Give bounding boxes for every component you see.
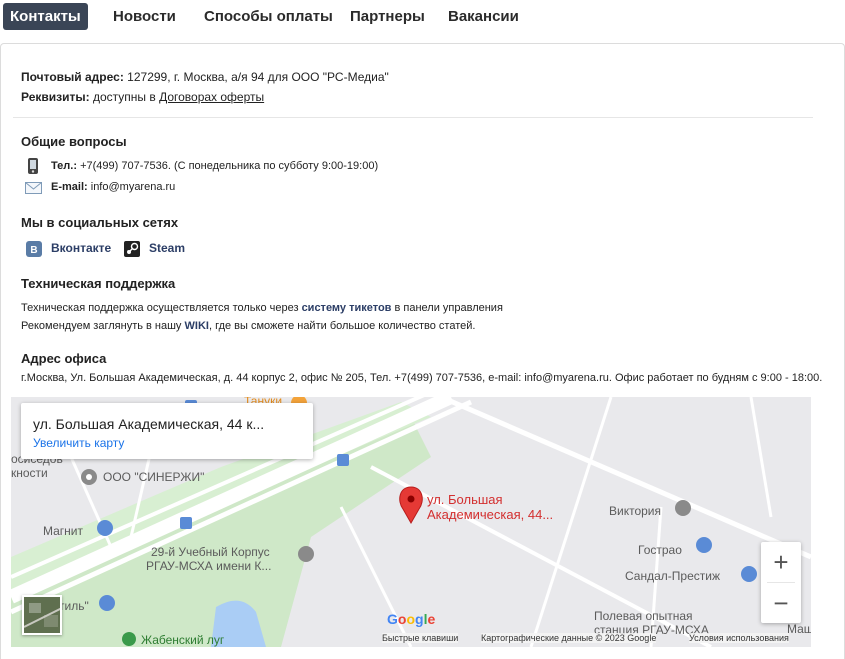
place-mash: Маши	[787, 622, 811, 636]
steam-link[interactable]: Steam	[149, 241, 185, 255]
place-polevaya-1: Полевая опытная	[594, 609, 693, 623]
requisites-value: доступны в	[92, 90, 160, 104]
tab-partners[interactable]: Партнеры	[350, 3, 425, 30]
satellite-thumbnail-icon	[24, 597, 60, 633]
place-sinergy: ООО "СИНЕРЖИ"	[103, 470, 205, 484]
ticket-system-link[interactable]: систему тикетов	[302, 302, 392, 314]
postal-label: Почтовый адрес:	[21, 70, 124, 84]
vk-icon[interactable]: B	[26, 241, 42, 262]
place-left-3: тиль"	[59, 599, 89, 613]
place-zhab: Жабенский луг	[141, 633, 225, 647]
email-label: E-mail:	[51, 181, 88, 193]
support-line-2-pre: Рекомендуем заглянуть в нашу	[21, 320, 185, 332]
google-map[interactable]: Тануки осиседов кности ООО "СИНЕРЖИ" Маг…	[11, 397, 811, 647]
support-heading: Техническая поддержка	[21, 276, 176, 291]
terms-link[interactable]: Условия использования	[689, 633, 789, 643]
place-sandal: Сандал-Престиж	[625, 569, 720, 583]
postal-address: Почтовый адрес: 127299, г. Москва, а/я 9…	[21, 70, 389, 84]
requisites-label: Реквизиты:	[21, 90, 90, 104]
satellite-toggle[interactable]	[22, 595, 62, 635]
place-left-2: кности	[11, 466, 48, 480]
place-magnit: Магнит	[43, 524, 84, 538]
place-korpus-2: РГАУ-МСХА имени К...	[146, 559, 272, 573]
zoom-out-button[interactable]: −	[761, 583, 801, 623]
social-heading: Мы в социальных сетях	[21, 215, 179, 230]
marker-label-2: Академическая, 44...	[427, 507, 554, 522]
phone-icon	[27, 158, 39, 179]
place-korpus-1: 29-й Учебный Корпус	[151, 545, 270, 559]
email-value[interactable]: info@myarena.ru	[91, 181, 176, 193]
zoom-controls: + −	[761, 542, 801, 623]
support-line-1-pre: Техническая поддержка осуществляется тол…	[21, 302, 302, 314]
marker-label-1: ул. Большая	[427, 492, 503, 507]
keyboard-shortcuts-link[interactable]: Быстрые клавиши	[382, 633, 459, 643]
place-gostrao: Гострао	[638, 543, 682, 557]
map-info-card: ул. Большая Академическая, 44 к... Увели…	[21, 403, 313, 459]
google-logo: Google	[387, 611, 436, 627]
tab-vacancies[interactable]: Вакансии	[448, 3, 519, 30]
phone-value: +7(499) 707-7536. (С понедельника по суб…	[80, 160, 379, 172]
tabs-bar: Контакты Новости Способы оплаты Партнеры…	[0, 0, 845, 34]
requisites: Реквизиты: доступны в Договорах оферты	[21, 90, 264, 104]
zoom-in-button[interactable]: +	[761, 542, 801, 582]
vk-link[interactable]: Вконтакте	[51, 241, 111, 255]
phone-line: Тел.: +7(499) 707-7536. (С понедельника …	[51, 160, 378, 172]
support-line-2: Рекомендуем заглянуть в нашу WIKI, где в…	[21, 320, 475, 332]
divider	[13, 117, 813, 118]
map-data-attribution: Картографические данные © 2023 Google	[481, 633, 657, 643]
tab-payment-methods[interactable]: Способы оплаты	[204, 3, 333, 30]
tab-contacts[interactable]: Контакты	[3, 3, 88, 30]
steam-icon[interactable]	[124, 241, 140, 262]
place-viktoriya: Виктория	[609, 504, 662, 518]
svg-text:B: B	[30, 245, 37, 256]
map-card-title: ул. Большая Академическая, 44 к...	[33, 416, 265, 432]
postal-value: 127299, г. Москва, а/я 94 для ООО "РС-Ме…	[127, 70, 389, 84]
general-heading: Общие вопросы	[21, 134, 127, 149]
support-line-1: Техническая поддержка осуществляется тол…	[21, 302, 503, 314]
tab-news[interactable]: Новости	[113, 3, 176, 30]
office-heading: Адрес офиса	[21, 351, 107, 366]
email-line: E-mail: info@myarena.ru	[51, 181, 175, 193]
support-line-1-post: в панели управления	[391, 302, 503, 314]
wiki-link[interactable]: WIKI	[185, 320, 209, 332]
phone-label: Тел.:	[51, 160, 77, 172]
support-line-2-post: , где вы сможете найти большое количеств…	[208, 320, 476, 332]
offer-agreements-link[interactable]: Договорах оферты	[159, 90, 264, 104]
mail-icon	[25, 181, 42, 199]
enlarge-map-link[interactable]: Увеличить карту	[33, 436, 124, 450]
office-address: г.Москва, Ул. Большая Академическая, д. …	[21, 372, 823, 384]
